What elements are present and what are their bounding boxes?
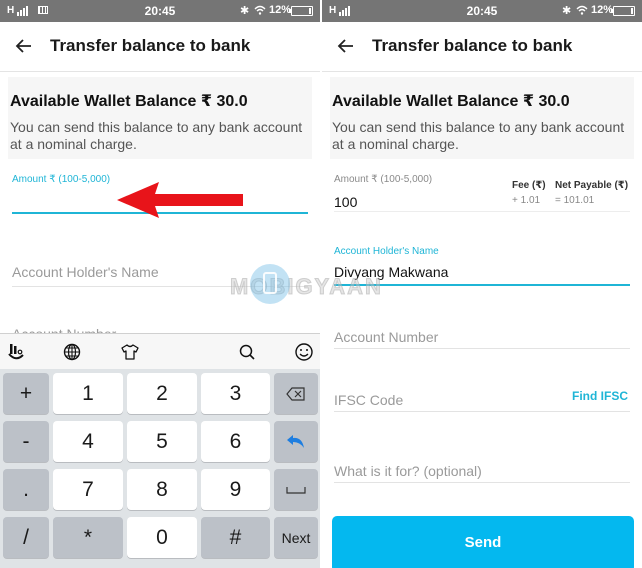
purpose-field[interactable]: What is it for? (optional): [334, 462, 630, 486]
key-7[interactable]: 7: [53, 469, 123, 510]
wifi-icon: [576, 5, 588, 15]
amount-underline: [334, 211, 630, 212]
key-hash[interactable]: #: [201, 517, 270, 558]
tshirt-theme-icon[interactable]: [119, 341, 141, 363]
key-3[interactable]: 3: [201, 373, 270, 414]
key-1[interactable]: 1: [53, 373, 123, 414]
battery-percent: 12%: [269, 4, 292, 16]
wallet-balance-description: You can send this balance to any bank ac…: [10, 119, 303, 152]
account-holder-name-underline: [12, 286, 308, 287]
wallet-balance-card: Available Wallet Balance ₹ 30.0 You can …: [8, 77, 312, 159]
fee-block: Fee (₹) + 1.01: [512, 180, 546, 206]
search-icon[interactable]: [236, 341, 258, 363]
battery-icon: [289, 6, 313, 16]
account-holder-name-underline: [334, 284, 630, 286]
fee-label: Fee (₹): [512, 180, 546, 191]
net-payable-label: Net Payable (₹): [555, 180, 629, 191]
key-6[interactable]: 6: [201, 421, 270, 462]
key-2[interactable]: 2: [127, 373, 197, 414]
wallet-balance-heading: Available Wallet Balance ₹ 30.0: [332, 93, 570, 110]
ifsc-code-field[interactable]: IFSC Code Find IFSC: [334, 389, 630, 414]
find-ifsc-link[interactable]: Find IFSC: [572, 389, 628, 403]
app-bar: Transfer balance to bank: [322, 22, 642, 72]
status-bar: H 20:45 ✱ 12%: [0, 0, 320, 22]
numeric-keyboard: + 1 2 3 - 4 5 6 . 7 8 9 / * 0 # Next: [0, 333, 320, 568]
amount-label: Amount ₹ (100-5,000): [334, 174, 433, 185]
red-annotation-arrow-icon: [117, 182, 243, 218]
wifi-icon: [254, 5, 266, 15]
undo-arrow-icon: [287, 434, 304, 448]
key-9[interactable]: 9: [201, 469, 270, 510]
bluetooth-icon: ✱: [562, 5, 572, 17]
account-holder-name-label: Account Holder's Name: [334, 246, 439, 257]
left-screen: H 20:45 ✱ 12% Transfer balance to bank A…: [0, 0, 320, 568]
ifsc-code-placeholder: IFSC Code: [334, 392, 404, 408]
app-bar: Transfer balance to bank: [0, 22, 320, 72]
key-period[interactable]: .: [3, 469, 49, 510]
wallet-balance-card: Available Wallet Balance ₹ 30.0 You can …: [330, 77, 634, 159]
key-undo[interactable]: [274, 421, 318, 462]
account-number-underline: [334, 348, 630, 349]
key-space[interactable]: [274, 469, 318, 510]
key-4[interactable]: 4: [53, 421, 123, 462]
account-holder-name-value: Divyang Makwana: [334, 264, 449, 280]
key-asterisk[interactable]: *: [53, 517, 123, 558]
net-payable-value: = 101.01: [555, 195, 595, 206]
key-0[interactable]: 0: [127, 517, 197, 558]
purpose-underline: [334, 482, 630, 483]
keyboard-toolbar: [0, 333, 320, 369]
key-minus[interactable]: -: [3, 421, 49, 462]
fee-value: + 1.01: [512, 195, 541, 206]
key-5[interactable]: 5: [127, 421, 197, 462]
wallet-balance-heading: Available Wallet Balance ₹ 30.0: [10, 93, 248, 110]
key-plus[interactable]: +: [3, 373, 49, 414]
page-title: Transfer balance to bank: [372, 36, 573, 55]
arrow-left-icon[interactable]: [14, 36, 34, 56]
globe-icon[interactable]: [61, 341, 83, 363]
touchpal-logo-icon[interactable]: [5, 341, 27, 363]
account-number-field[interactable]: Account Number: [334, 328, 630, 352]
battery-icon: [611, 6, 635, 16]
right-screen: H 20:45 ✱ 12% Transfer balance to bank A…: [322, 0, 642, 568]
bluetooth-icon: ✱: [240, 5, 250, 17]
account-number-placeholder: Account Number: [334, 329, 439, 345]
account-holder-name-field[interactable]: Account Holder's Name Divyang Makwana: [334, 244, 630, 288]
account-holder-name-field[interactable]: Account Holder's Name: [12, 262, 308, 292]
battery-percent: 12%: [591, 4, 614, 16]
send-button[interactable]: Send: [332, 516, 634, 568]
page-title: Transfer balance to bank: [50, 36, 251, 55]
space-bar-icon: [286, 486, 306, 494]
wallet-balance-description: You can send this balance to any bank ac…: [332, 119, 625, 152]
emoji-icon[interactable]: [293, 341, 315, 363]
backspace-icon: [286, 386, 305, 401]
purpose-placeholder: What is it for? (optional): [334, 463, 482, 479]
net-payable-block: Net Payable (₹) = 101.01: [555, 180, 628, 206]
key-slash[interactable]: /: [3, 517, 49, 558]
key-backspace[interactable]: [274, 373, 318, 414]
key-8[interactable]: 8: [127, 469, 197, 510]
key-next[interactable]: Next: [274, 517, 318, 558]
amount-value: 100: [334, 194, 358, 210]
amount-field[interactable]: Amount ₹ (100-5,000) 100 Fee (₹) + 1.01 …: [334, 172, 630, 212]
ifsc-code-underline: [334, 411, 630, 412]
account-holder-name-placeholder: Account Holder's Name: [12, 264, 159, 280]
amount-label: Amount ₹ (100-5,000): [12, 174, 111, 185]
arrow-left-icon[interactable]: [336, 36, 356, 56]
keyboard-keys: + 1 2 3 - 4 5 6 . 7 8 9 / * 0 # Next: [0, 369, 320, 568]
status-bar: H 20:45 ✱ 12%: [322, 0, 642, 22]
